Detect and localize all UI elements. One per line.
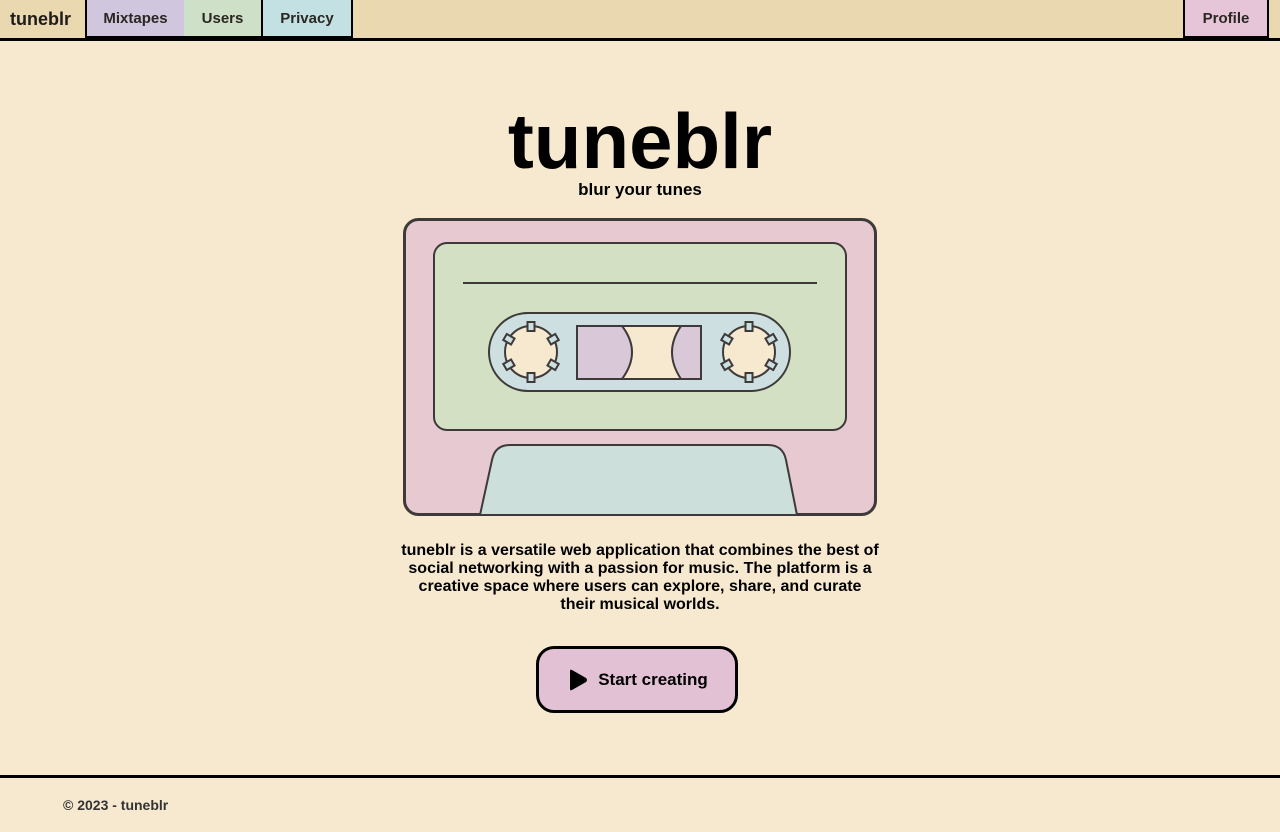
start-creating-button[interactable]: Start creating: [536, 646, 738, 713]
hero-title: tuneblr: [507, 97, 773, 185]
footer-divider: [0, 775, 1280, 778]
brand-logo[interactable]: tuneblr: [10, 0, 71, 38]
profile-button[interactable]: Profile: [1183, 0, 1269, 38]
cassette-illustration: [403, 218, 877, 516]
top-nav-bar: tuneblr Mixtapes Users Privacy Profile: [0, 0, 1280, 41]
nav-tab-mixtapes[interactable]: Mixtapes: [85, 0, 186, 38]
nav-tab-privacy[interactable]: Privacy: [262, 0, 353, 38]
start-creating-label: Start creating: [598, 669, 708, 689]
footer-copyright: © 2023 - tuneblr: [63, 797, 169, 813]
hero-subtitle: blur your tunes: [578, 180, 702, 199]
play-icon: [570, 669, 588, 690]
nav-tab-users[interactable]: Users: [184, 0, 263, 38]
hero-description: tuneblr is a versatile web application t…: [401, 542, 879, 613]
